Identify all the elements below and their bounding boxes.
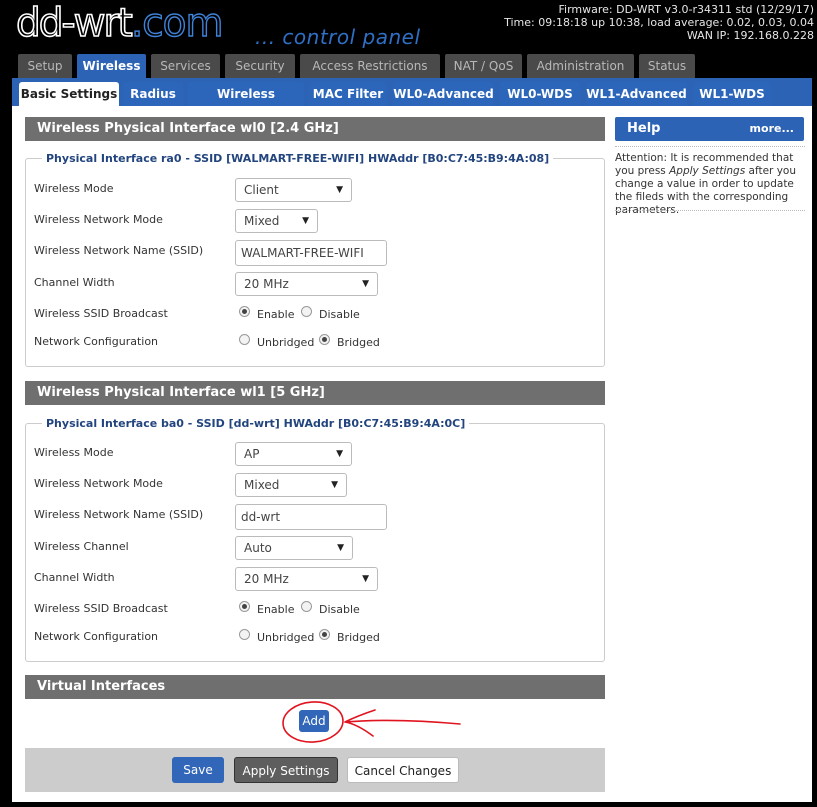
wl1-broadcast-enable-label: Enable (257, 603, 295, 616)
chevron-down-icon: ▼ (362, 574, 369, 584)
help-divider-bottom (615, 210, 805, 211)
wl1-network-mode-label: Wireless Network Mode (34, 477, 163, 490)
wl1-channel-width-select[interactable]: 20 MHz ▼ (235, 567, 378, 591)
ddwrt-logo: dd-wrt.com (15, 0, 224, 48)
wl0-fieldset: Physical Interface ra0 - SSID [WALMART-F… (25, 152, 605, 367)
subtab-wl1-wds[interactable]: WL1-WDS (693, 82, 771, 106)
help-more-link[interactable]: more... (750, 117, 794, 141)
subtab-basic-settings[interactable]: Basic Settings (19, 82, 119, 106)
chevron-down-icon: ▼ (362, 279, 369, 289)
subtab-radius[interactable]: Radius (123, 82, 183, 106)
wl1-channel-width-value: 20 MHz (244, 572, 289, 586)
footer-bar: Save Apply Settings Cancel Changes (25, 748, 605, 792)
chevron-down-icon: ▼ (337, 543, 344, 553)
wl1-wireless-mode-value: AP (244, 447, 260, 461)
wl1-channel-label: Wireless Channel (34, 540, 129, 553)
tab-services[interactable]: Services (151, 54, 220, 78)
wl1-wireless-mode-select[interactable]: AP ▼ (235, 442, 352, 466)
save-button[interactable]: Save (172, 757, 224, 783)
wl1-ssid-input[interactable]: dd-wrt (235, 504, 387, 530)
wl1-section-header: Wireless Physical Interface wl1 [5 GHz] (25, 381, 605, 405)
help-header: Help more... (615, 117, 804, 141)
wl0-network-config-label: Network Configuration (34, 335, 159, 348)
wl1-unbridged-label: Unbridged (257, 631, 315, 644)
help-text: Attention: It is recommended that you pr… (615, 152, 807, 217)
wl0-broadcast-enable-radio[interactable] (239, 306, 250, 317)
wl0-network-mode-label: Wireless Network Mode (34, 213, 163, 226)
help-divider (615, 146, 805, 147)
wl0-legend: Physical Interface ra0 - SSID [WALMART-F… (42, 152, 554, 165)
wl0-channel-width-label: Channel Width (34, 276, 115, 289)
wl0-wireless-mode-select[interactable]: Client ▼ (235, 178, 352, 202)
tab-nat-qos[interactable]: NAT / QoS (445, 54, 522, 78)
chevron-down-icon: ▼ (336, 449, 343, 459)
chevron-down-icon: ▼ (336, 185, 343, 195)
wl1-broadcast-disable-label: Disable (319, 603, 360, 616)
wl0-broadcast-enable-label: Enable (257, 308, 295, 321)
wl1-wireless-mode-label: Wireless Mode (34, 446, 114, 459)
apply-settings-button[interactable]: Apply Settings (234, 757, 338, 783)
wl1-unbridged-radio[interactable] (239, 629, 250, 640)
wl1-broadcast-disable-radio[interactable] (301, 601, 312, 612)
wl1-ssid-label: Wireless Network Name (SSID) (34, 508, 204, 521)
subtab-wireless-security[interactable]: Wireless Security (188, 82, 304, 125)
help-title: Help (627, 121, 661, 136)
tab-administration[interactable]: Administration (527, 54, 634, 78)
wl1-channel-value: Auto (244, 541, 272, 555)
wl1-broadcast-enable-radio[interactable] (239, 601, 250, 612)
sub-tabs: Basic Settings Radius Wireless Security … (12, 78, 812, 125)
subtab-wl1-advanced[interactable]: WL1-Advanced (586, 82, 687, 106)
tab-security[interactable]: Security (225, 54, 295, 78)
tab-status[interactable]: Status (639, 54, 695, 78)
wl0-ssid-input[interactable]: WALMART-FREE-WIFI (235, 240, 387, 266)
wl0-section-header: Wireless Physical Interface wl0 [2.4 GHz… (25, 117, 605, 141)
wl0-network-mode-value: Mixed (244, 214, 280, 228)
wl1-network-config-label: Network Configuration (34, 630, 159, 643)
tab-access-restrictions[interactable]: Access Restrictions (300, 54, 440, 78)
wl0-ssid-broadcast-label: Wireless SSID Broadcast (34, 307, 168, 320)
firmware-info: Firmware: DD-WRT v3.0-r34311 std (12/29/… (558, 3, 814, 16)
tab-wireless[interactable]: Wireless (77, 54, 146, 78)
wl1-legend: Physical Interface ba0 - SSID [dd-wrt] H… (42, 417, 470, 430)
subtab-wl0-wds[interactable]: WL0-WDS (500, 82, 580, 106)
wl0-unbridged-radio[interactable] (239, 334, 250, 345)
help-text-emphasis: Apply Settings (669, 165, 746, 177)
wl1-bridged-radio[interactable] (319, 629, 330, 640)
wl0-ssid-label: Wireless Network Name (SSID) (34, 244, 204, 257)
wl1-bridged-label: Bridged (337, 631, 380, 644)
wl0-channel-width-value: 20 MHz (244, 277, 289, 291)
wl0-wireless-mode-label: Wireless Mode (34, 182, 114, 195)
wan-ip-info: WAN IP: 192.168.0.228 (686, 29, 814, 42)
wl0-channel-width-select[interactable]: 20 MHz ▼ (235, 272, 378, 296)
wl1-network-mode-value: Mixed (244, 478, 280, 492)
wl0-bridged-radio[interactable] (319, 334, 330, 345)
wl0-unbridged-label: Unbridged (257, 336, 315, 349)
router-info: Firmware: DD-WRT v3.0-r34311 std (12/29/… (504, 3, 814, 42)
wl1-ssid-broadcast-label: Wireless SSID Broadcast (34, 602, 168, 615)
wl1-channel-select[interactable]: Auto ▼ (235, 536, 353, 560)
cancel-changes-button[interactable]: Cancel Changes (347, 757, 459, 783)
logo-dotcom: .com (130, 0, 224, 46)
chevron-down-icon: ▼ (302, 216, 309, 226)
chevron-down-icon: ▼ (331, 480, 338, 490)
wl1-channel-width-label: Channel Width (34, 571, 115, 584)
header: dd-wrt.com ... control panel Firmware: D… (0, 0, 817, 52)
wl0-broadcast-disable-label: Disable (319, 308, 360, 321)
wl1-fieldset: Physical Interface ba0 - SSID [dd-wrt] H… (25, 417, 605, 662)
logo-main: dd-wrt (15, 0, 133, 47)
wl1-network-mode-select[interactable]: Mixed ▼ (235, 473, 347, 497)
content-area: Wireless Physical Interface wl0 [2.4 GHz… (12, 106, 812, 802)
subtab-mac-filter[interactable]: MAC Filter (309, 82, 387, 106)
wl0-bridged-label: Bridged (337, 336, 380, 349)
subtab-wl0-advanced[interactable]: WL0-Advanced (393, 82, 494, 106)
wl0-broadcast-disable-radio[interactable] (301, 306, 312, 317)
wl0-network-mode-select[interactable]: Mixed ▼ (235, 209, 318, 233)
tab-setup[interactable]: Setup (18, 54, 72, 78)
wl0-wireless-mode-value: Client (244, 183, 279, 197)
uptime-info: Time: 09:18:18 up 10:38, load average: 0… (504, 16, 814, 29)
control-panel-subtitle: ... control panel (255, 25, 421, 49)
